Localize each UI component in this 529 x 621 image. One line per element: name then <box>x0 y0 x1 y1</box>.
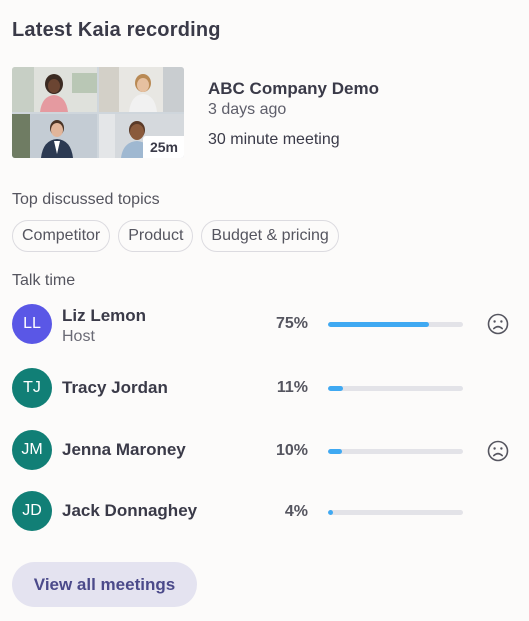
talk-time-bar <box>328 510 463 515</box>
participant-row: TJ Tracy Jordan 11% <box>12 367 517 409</box>
avatar: JD <box>12 491 52 531</box>
talk-time-bar <box>328 449 463 454</box>
video-tile-3 <box>12 114 97 158</box>
talk-percent: 4% <box>284 503 308 520</box>
talk-time-bar <box>328 322 463 327</box>
meeting-length: 30 minute meeting <box>208 131 340 148</box>
participant-name: Jenna Maroney <box>62 440 186 459</box>
talk-percent: 10% <box>275 442 308 459</box>
avatar: TJ <box>12 368 52 408</box>
meeting-date: 3 days ago <box>208 101 287 118</box>
talk-time-bar-fill <box>328 449 342 454</box>
participant-role: Host <box>62 328 95 345</box>
topic-chips: Competitor Product Budget & pricing <box>12 220 339 252</box>
participant-name: Liz Lemon <box>62 306 147 325</box>
sad-face-icon <box>487 440 509 462</box>
talk-percent: 11% <box>276 379 308 396</box>
talk-time-bar-fill <box>328 322 430 327</box>
card-title: Latest Kaia recording <box>12 19 221 41</box>
avatar: LL <box>12 304 52 344</box>
participant-name: Jack Donnaghey <box>62 501 198 520</box>
topic-chip[interactable]: Product <box>118 220 194 252</box>
participant-row: LL Liz Lemon Host 75% <box>12 303 517 345</box>
video-tile-2 <box>99 67 184 112</box>
topic-chip[interactable]: Competitor <box>12 220 111 252</box>
participant-row: JM Jenna Maroney 10% <box>12 429 517 471</box>
latest-recording-card: Latest Kaia recording 25m ABC Company De… <box>0 0 529 621</box>
topic-chip[interactable]: Budget & pricing <box>201 220 339 252</box>
talk-time-bar-fill <box>328 510 334 515</box>
avatar: JM <box>12 430 52 470</box>
sad-face-icon <box>487 313 509 335</box>
talk-time-bar <box>328 386 463 391</box>
video-tile-1 <box>12 67 97 112</box>
talk-time-bar-fill <box>328 386 343 391</box>
duration-badge: 25m <box>142 136 184 158</box>
meeting-title[interactable]: ABC Company Demo <box>208 79 379 99</box>
recording-thumbnail[interactable]: 25m <box>12 67 184 158</box>
talk-percent: 75% <box>275 315 308 332</box>
topics-label: Top discussed topics <box>12 191 160 208</box>
view-all-meetings-button[interactable]: View all meetings <box>12 562 197 607</box>
participant-row: JD Jack Donnaghey 4% <box>12 490 517 532</box>
participant-name: Tracy Jordan <box>62 378 168 397</box>
talk-time-label: Talk time <box>12 272 76 289</box>
